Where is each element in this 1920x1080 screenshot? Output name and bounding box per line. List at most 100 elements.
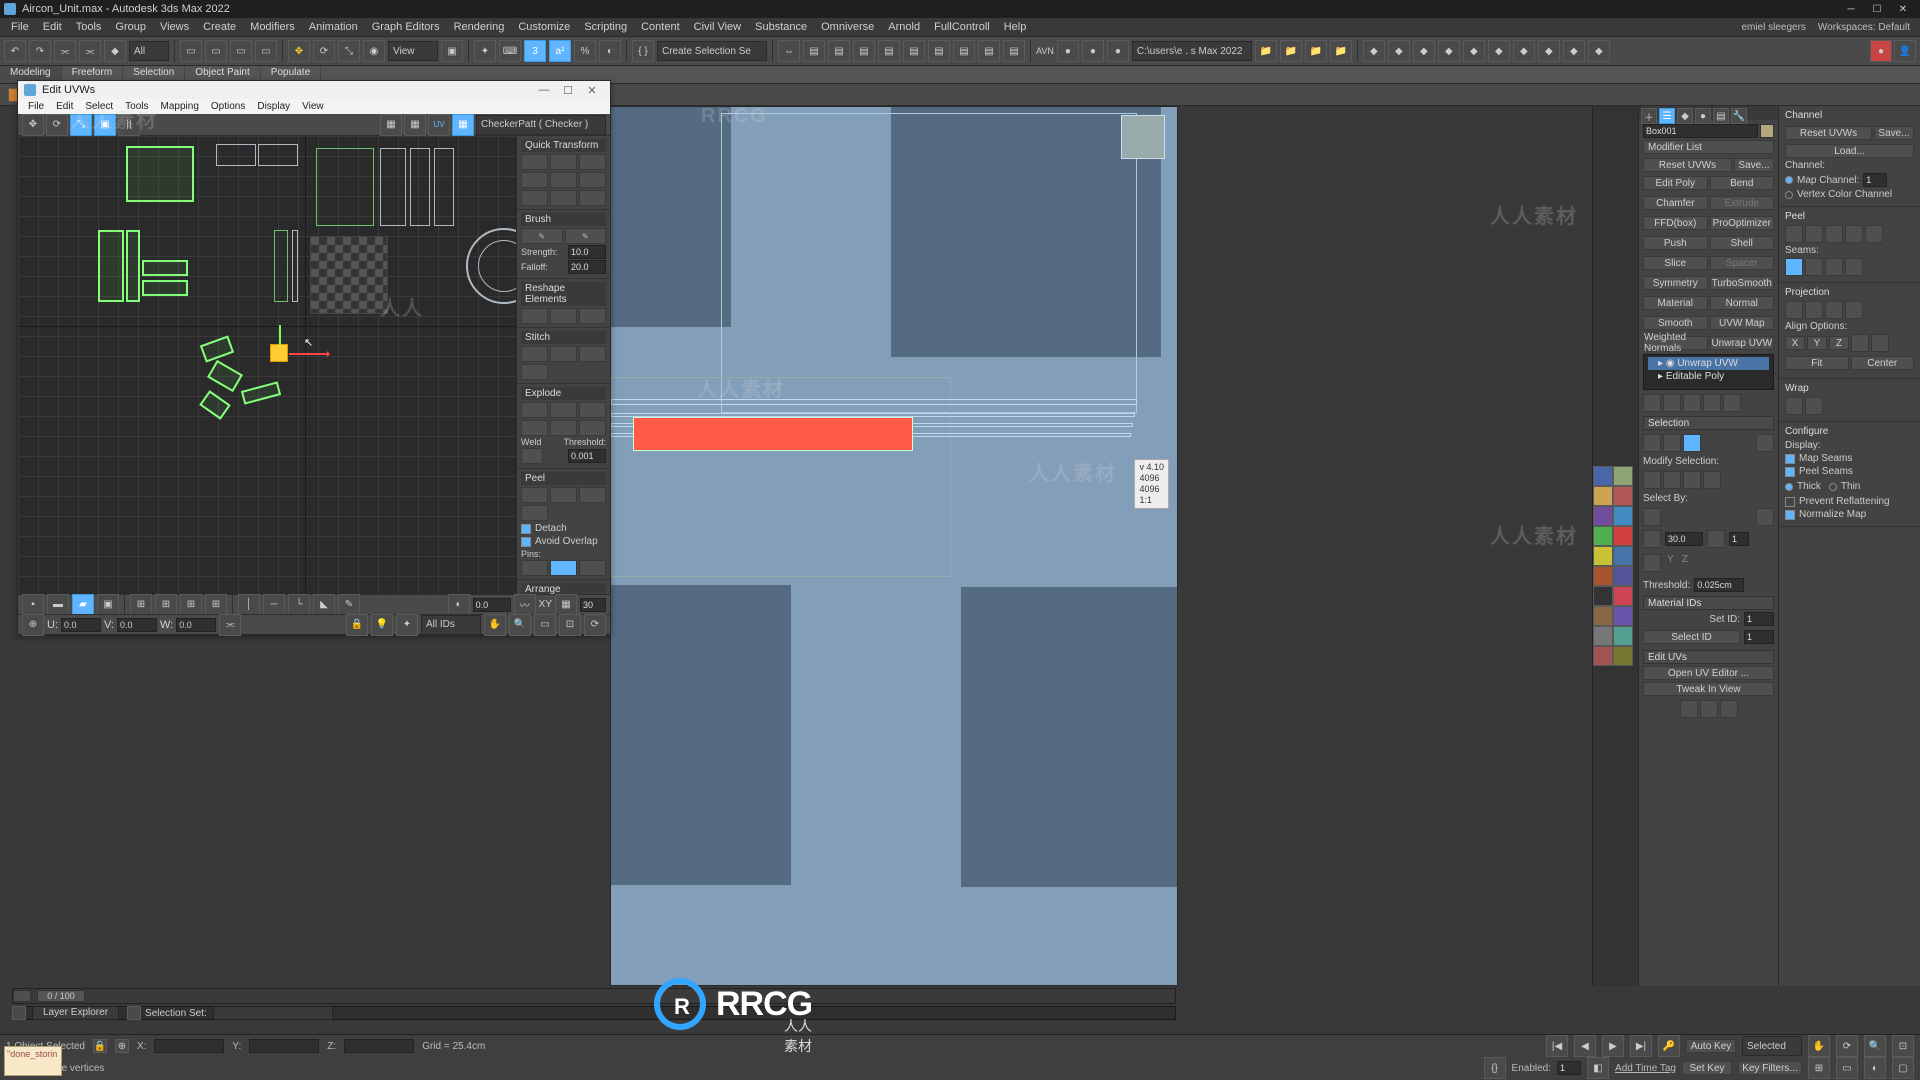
rollout-title[interactable]: Quick Transform xyxy=(521,139,606,152)
uv-tool-icon[interactable]: ─ xyxy=(263,594,285,616)
uv-channel-icon[interactable]: UV xyxy=(428,114,450,136)
spinner-snap-icon[interactable]: ◐ xyxy=(599,40,621,62)
selectid-field[interactable]: 1 xyxy=(1744,630,1774,644)
menu-item[interactable]: Omniverse xyxy=(814,21,881,33)
loop-icon[interactable] xyxy=(1703,471,1721,489)
uv-tool-icon[interactable]: ✎ xyxy=(338,594,360,616)
window-maximize[interactable]: ☐ xyxy=(1864,1,1890,17)
exp-btn[interactable] xyxy=(579,420,606,436)
v-field[interactable]: 0.0 xyxy=(117,618,157,632)
menu-item[interactable]: Scripting xyxy=(577,21,634,33)
rotate-icon[interactable]: ⟳ xyxy=(313,40,335,62)
brush-btn[interactable]: ✎ xyxy=(521,228,563,244)
rollout-title[interactable]: Peel xyxy=(521,472,606,485)
peel-btn[interactable] xyxy=(579,487,606,503)
uv-abs-icon[interactable]: ⊕ xyxy=(22,614,44,636)
uv-mirror-icon[interactable]: || xyxy=(118,114,140,136)
named-selection-dropdown[interactable]: Create Selection Se xyxy=(657,41,767,61)
menu-item[interactable]: Edit xyxy=(36,21,69,33)
brush-btn[interactable]: ✎ xyxy=(565,228,607,244)
avoid-check[interactable]: Avoid Overlap xyxy=(521,536,606,547)
menu-item[interactable]: Views xyxy=(153,21,196,33)
proj-icon[interactable] xyxy=(1845,301,1863,319)
window-close[interactable]: ✕ xyxy=(1890,1,1916,17)
mat-thumb[interactable] xyxy=(1593,486,1613,506)
normalize-check[interactable]: Normalize Map xyxy=(1785,509,1914,520)
selection-set-dropdown[interactable] xyxy=(213,1006,333,1020)
uv-freeform-icon[interactable]: ▣ xyxy=(94,114,116,136)
rollout-title[interactable]: Explode xyxy=(521,387,606,400)
proj-icon[interactable] xyxy=(1805,301,1823,319)
peel-rollout[interactable]: Peel xyxy=(1785,211,1914,222)
qt-btn[interactable] xyxy=(550,154,577,170)
ring-icon[interactable] xyxy=(1683,471,1701,489)
qt-btn[interactable] xyxy=(521,154,548,170)
peel-icon[interactable] xyxy=(1785,225,1803,243)
mat-thumb[interactable] xyxy=(1613,566,1633,586)
reset-uvws-button[interactable]: Reset UVWs xyxy=(1785,126,1872,140)
uv-zoom-icon[interactable]: 🔍 xyxy=(509,614,531,636)
keymode-dropdown[interactable]: Selected xyxy=(1742,1036,1802,1056)
configure-rollout[interactable]: Configure xyxy=(1785,426,1914,437)
uv-tool-icon[interactable]: ⊞ xyxy=(205,594,227,616)
time-knob[interactable]: 0 / 100 xyxy=(37,990,85,1002)
uv-window-minimize[interactable]: — xyxy=(532,84,556,97)
sel-opt-icon[interactable] xyxy=(1756,434,1774,452)
workspaces-dropdown[interactable]: Workspaces: Default xyxy=(1812,22,1916,33)
scale-icon[interactable]: ⤡ xyxy=(338,40,360,62)
render-setup-icon[interactable]: ▤ xyxy=(953,40,975,62)
thick-radio[interactable]: Thick xyxy=(1785,481,1821,492)
misc-icon[interactable]: ● xyxy=(1082,40,1104,62)
time-config-icon[interactable] xyxy=(13,990,31,1002)
uv-rotate-icon[interactable]: ⟳ xyxy=(46,114,68,136)
selection-rollout[interactable]: Selection xyxy=(1643,416,1774,430)
uv-link-icon[interactable]: ⫘ xyxy=(219,614,241,636)
exp-btn[interactable] xyxy=(579,402,606,418)
vp-min-icon[interactable]: ▢ xyxy=(1892,1057,1914,1079)
align-y-button[interactable]: Y xyxy=(1807,336,1827,350)
uv-menu-item[interactable]: View xyxy=(296,101,330,112)
map-seams-check[interactable]: Map Seams xyxy=(1785,453,1914,464)
misc-icon[interactable] xyxy=(1720,700,1738,718)
menu-item[interactable]: Create xyxy=(196,21,243,33)
uv-curve-icon[interactable]: 〰 xyxy=(514,594,536,616)
prevent-check[interactable]: Prevent Reflattening xyxy=(1785,496,1914,507)
mat-thumb[interactable] xyxy=(1613,526,1633,546)
center-button[interactable]: Center xyxy=(1851,356,1915,370)
keyboard-icon[interactable]: ⌨ xyxy=(499,40,521,62)
unlink-icon[interactable]: ⫘ xyxy=(79,40,101,62)
record-icon[interactable]: ● xyxy=(1870,40,1892,62)
z-field[interactable] xyxy=(344,1039,414,1053)
uv-subobj-vertex-icon[interactable]: ▪ xyxy=(22,594,44,616)
shrink-icon[interactable] xyxy=(1663,471,1681,489)
mod-button[interactable]: Push xyxy=(1643,236,1708,250)
threshold-field[interactable]: 0.001 xyxy=(568,449,606,463)
redo-icon[interactable]: ↷ xyxy=(29,40,51,62)
move-icon[interactable]: ✥ xyxy=(288,40,310,62)
subobj-poly-icon[interactable] xyxy=(1683,434,1701,452)
play-prev-icon[interactable]: ◀ xyxy=(1574,1035,1596,1057)
mod-button[interactable]: UVW Map xyxy=(1710,316,1775,330)
exp-btn[interactable] xyxy=(521,402,548,418)
proj-icon[interactable] xyxy=(1825,301,1843,319)
user-name[interactable]: emiel sleegers xyxy=(1735,22,1811,33)
xy-icon[interactable] xyxy=(1643,554,1661,572)
vp-min-max-icon[interactable]: ⊞ xyxy=(1808,1057,1830,1079)
uv-menu-item[interactable]: Display xyxy=(251,101,296,112)
uv-menu-item[interactable]: File xyxy=(22,101,50,112)
mod-button[interactable]: Chamfer xyxy=(1643,196,1708,210)
fit-button[interactable]: Fit xyxy=(1785,356,1849,370)
uv-canvas[interactable]: ↖ xyxy=(18,136,516,594)
vp-zoom-all-icon[interactable]: ⊡ xyxy=(1892,1035,1914,1057)
window-minimize[interactable]: ─ xyxy=(1838,1,1864,17)
wrap-rollout[interactable]: Wrap xyxy=(1785,383,1914,394)
menu-item[interactable]: Help xyxy=(997,21,1034,33)
pivot-icon[interactable]: ▣ xyxy=(441,40,463,62)
matlib-path[interactable]: C:\users\e . s Max 2022 xyxy=(1132,41,1252,61)
vertex-color-radio[interactable]: Vertex Color Channel xyxy=(1785,189,1914,200)
link-icon[interactable]: ⫘ xyxy=(54,40,76,62)
reset-uvws-button[interactable]: Reset UVWs xyxy=(1643,158,1732,172)
object-name-field[interactable] xyxy=(1643,124,1758,138)
uv-grid-icon[interactable]: ▦ xyxy=(380,114,402,136)
uv-tool-icon[interactable]: ⊞ xyxy=(180,594,202,616)
